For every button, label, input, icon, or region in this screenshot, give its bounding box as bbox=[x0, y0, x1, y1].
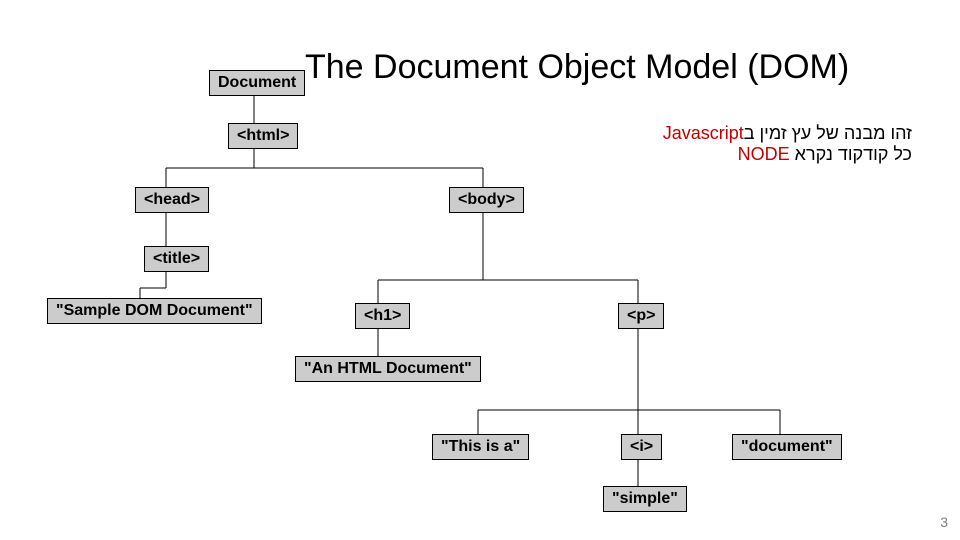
caption-text: זהו מבנה של עץ זמין בJavascript כל קודקו… bbox=[592, 123, 912, 165]
caption-line1-highlight: Javascript bbox=[663, 123, 744, 143]
node-i: <i> bbox=[621, 434, 662, 460]
node-document: Document bbox=[209, 70, 305, 96]
node-h1: <h1> bbox=[355, 303, 410, 329]
node-an-html-doc: "An HTML Document" bbox=[295, 356, 481, 382]
node-body: <body> bbox=[449, 187, 524, 213]
slide-title: The Document Object Model (DOM) bbox=[305, 48, 849, 87]
node-title-tag: <title> bbox=[144, 246, 209, 272]
node-p: <p> bbox=[618, 303, 664, 329]
caption-line1-text: זהו מבנה של עץ זמין ב bbox=[744, 123, 912, 143]
node-html: <html> bbox=[228, 123, 298, 149]
node-document-text: "document" bbox=[732, 434, 842, 460]
caption-line2-text: כל קודקוד נקרא bbox=[790, 144, 912, 164]
node-sample-text: "Sample DOM Document" bbox=[47, 298, 262, 324]
node-head: <head> bbox=[135, 187, 209, 213]
node-simple: "simple" bbox=[603, 486, 687, 512]
caption-line2-highlight: NODE bbox=[738, 144, 790, 164]
slide-number: 3 bbox=[940, 514, 948, 530]
node-this-is-a: "This is a" bbox=[432, 434, 529, 460]
